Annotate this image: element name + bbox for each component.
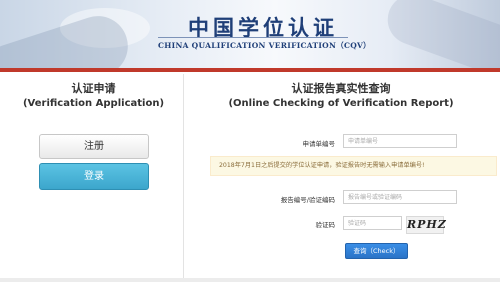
check-button[interactable]: 查询（Check） xyxy=(345,243,408,259)
report-number-input[interactable] xyxy=(343,190,457,204)
report-check-title: 认证报告真实性查询 xyxy=(291,82,391,95)
captcha-image[interactable]: RPHZ xyxy=(406,216,446,234)
login-button[interactable]: 登录 xyxy=(39,163,149,190)
application-number-label: 申请单编号 xyxy=(302,140,336,148)
report-check-subtitle: (Online Checking of Verification Report) xyxy=(228,98,454,109)
application-title: 认证申请 xyxy=(71,82,116,95)
captcha-label: 验证码 xyxy=(315,221,336,229)
header-banner: 中国学位认证 CHINA QUALIFICATION VERIFICATION（… xyxy=(0,0,500,68)
verification-application-panel: 认证申请 (Verification Application) 注册 登录 xyxy=(4,74,184,280)
handshake-right-decoration xyxy=(380,0,500,68)
captcha-input[interactable] xyxy=(343,216,402,230)
header-accent-bar xyxy=(0,68,500,72)
report-number-label: 报告编号/验证编码 xyxy=(280,196,335,204)
application-subtitle: (Verification Application) xyxy=(22,98,165,109)
register-button[interactable]: 注册 xyxy=(39,134,149,159)
application-number-input[interactable] xyxy=(343,134,457,148)
site-title-en: CHINA QUALIFICATION VERIFICATION（CQV） xyxy=(158,41,371,50)
footer-divider xyxy=(0,278,500,282)
notice-banner: 2018年7月1日之后提交的学位认证申请，验证报告时无需输入申请单编号! xyxy=(210,156,497,176)
title-divider xyxy=(158,37,348,38)
